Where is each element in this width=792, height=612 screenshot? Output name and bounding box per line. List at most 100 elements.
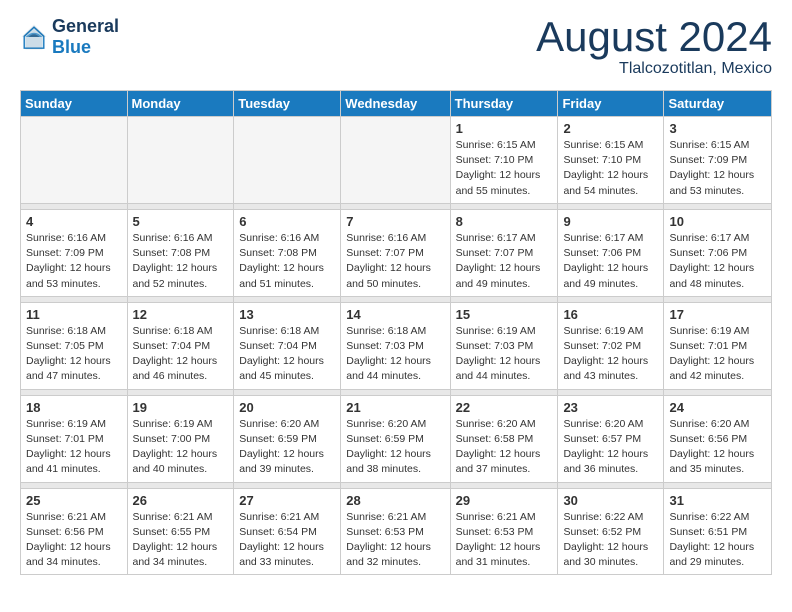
page: General Blue August 2024 Tlalcozotitlan,… (0, 0, 792, 591)
calendar-day: 12 Sunrise: 6:18 AMSunset: 7:04 PMDayligh… (127, 302, 234, 389)
calendar-day: 18 Sunrise: 6:19 AMSunset: 7:01 PMDayligh… (21, 395, 128, 482)
day-number: 25 (26, 493, 122, 508)
day-number: 19 (133, 400, 229, 415)
calendar-day: 20Sunrise: 6:20 AMSunset: 6:59 PMDayligh… (234, 395, 341, 482)
calendar-week-row: 18 Sunrise: 6:19 AMSunset: 7:01 PMDayligh… (21, 395, 772, 482)
day-number: 27 (239, 493, 335, 508)
logo-blue-text: Blue (52, 37, 119, 58)
day-number: 30 (563, 493, 658, 508)
day-info: Sunrise: 6:18 AMSunset: 7:04 PMDaylight:… (239, 324, 335, 385)
day-info: Sunrise: 6:19 AMSunset: 7:01 PMDaylight:… (669, 324, 766, 385)
day-info: Sunrise: 6:22 AMSunset: 6:51 PMDaylight:… (669, 510, 766, 571)
day-number: 9 (563, 214, 658, 229)
day-info: Sunrise: 6:21 AMSunset: 6:54 PMDaylight:… (239, 510, 335, 571)
day-info: Sunrise: 6:17 AMSunset: 7:07 PMDaylight:… (456, 231, 553, 292)
col-wednesday: Wednesday (341, 91, 450, 117)
logo-text: General Blue (52, 16, 119, 58)
calendar-day: 1 Sunrise: 6:15 AMSunset: 7:10 PMDaylight… (450, 117, 558, 204)
calendar-day: 15 Sunrise: 6:19 AMSunset: 7:03 PMDayligh… (450, 302, 558, 389)
calendar-day: 2 Sunrise: 6:15 AMSunset: 7:10 PMDaylight… (558, 117, 664, 204)
day-number: 11 (26, 307, 122, 322)
day-info: Sunrise: 6:18 AMSunset: 7:05 PMDaylight:… (26, 324, 122, 385)
day-info: Sunrise: 6:19 AMSunset: 7:03 PMDaylight:… (456, 324, 553, 385)
calendar-day: 21 Sunrise: 6:20 AMSunset: 6:59 PMDayligh… (341, 395, 450, 482)
day-info: Sunrise: 6:15 AMSunset: 7:10 PMDaylight:… (456, 138, 553, 199)
day-info: Sunrise: 6:19 AMSunset: 7:00 PMDaylight:… (133, 417, 229, 478)
calendar-day: 19 Sunrise: 6:19 AMSunset: 7:00 PMDayligh… (127, 395, 234, 482)
day-number: 28 (346, 493, 444, 508)
day-info: Sunrise: 6:16 AMSunset: 7:07 PMDaylight:… (346, 231, 444, 292)
day-info: Sunrise: 6:21 AMSunset: 6:55 PMDaylight:… (133, 510, 229, 571)
calendar-day: 30Sunrise: 6:22 AMSunset: 6:52 PMDayligh… (558, 488, 664, 575)
calendar-week-row: 1 Sunrise: 6:15 AMSunset: 7:10 PMDaylight… (21, 117, 772, 204)
day-number: 16 (563, 307, 658, 322)
calendar-day: 8 Sunrise: 6:17 AMSunset: 7:07 PMDaylight… (450, 209, 558, 296)
col-tuesday: Tuesday (234, 91, 341, 117)
day-info: Sunrise: 6:15 AMSunset: 7:10 PMDaylight:… (563, 138, 658, 199)
col-monday: Monday (127, 91, 234, 117)
day-number: 6 (239, 214, 335, 229)
day-info: Sunrise: 6:18 AMSunset: 7:03 PMDaylight:… (346, 324, 444, 385)
location: Tlalcozotitlan, Mexico (536, 60, 772, 78)
logo-general-text: General (52, 16, 119, 37)
day-number: 4 (26, 214, 122, 229)
title-section: August 2024 Tlalcozotitlan, Mexico (536, 16, 772, 78)
day-info: Sunrise: 6:20 AMSunset: 6:59 PMDaylight:… (239, 417, 335, 478)
calendar-header-row: Sunday Monday Tuesday Wednesday Thursday… (21, 91, 772, 117)
day-info: Sunrise: 6:16 AMSunset: 7:08 PMDaylight:… (133, 231, 229, 292)
calendar-day: 26 Sunrise: 6:21 AMSunset: 6:55 PMDayligh… (127, 488, 234, 575)
calendar-day (21, 117, 128, 204)
col-friday: Friday (558, 91, 664, 117)
day-info: Sunrise: 6:19 AMSunset: 7:01 PMDaylight:… (26, 417, 122, 478)
day-info: Sunrise: 6:20 AMSunset: 6:58 PMDaylight:… (456, 417, 553, 478)
calendar-day (127, 117, 234, 204)
logo: General Blue (20, 16, 119, 58)
day-info: Sunrise: 6:16 AMSunset: 7:09 PMDaylight:… (26, 231, 122, 292)
calendar-day: 5 Sunrise: 6:16 AMSunset: 7:08 PMDaylight… (127, 209, 234, 296)
day-number: 29 (456, 493, 553, 508)
day-number: 5 (133, 214, 229, 229)
calendar-day: 25Sunrise: 6:21 AMSunset: 6:56 PMDayligh… (21, 488, 128, 575)
calendar-day: 28 Sunrise: 6:21 AMSunset: 6:53 PMDayligh… (341, 488, 450, 575)
day-info: Sunrise: 6:21 AMSunset: 6:53 PMDaylight:… (346, 510, 444, 571)
calendar-day: 10Sunrise: 6:17 AMSunset: 7:06 PMDayligh… (664, 209, 772, 296)
day-info: Sunrise: 6:20 AMSunset: 6:56 PMDaylight:… (669, 417, 766, 478)
calendar-day: 24Sunrise: 6:20 AMSunset: 6:56 PMDayligh… (664, 395, 772, 482)
day-number: 21 (346, 400, 444, 415)
day-number: 26 (133, 493, 229, 508)
day-number: 14 (346, 307, 444, 322)
day-number: 12 (133, 307, 229, 322)
calendar-day: 13 Sunrise: 6:18 AMSunset: 7:04 PMDayligh… (234, 302, 341, 389)
day-number: 13 (239, 307, 335, 322)
calendar-day: 7Sunrise: 6:16 AMSunset: 7:07 PMDaylight… (341, 209, 450, 296)
calendar-week-row: 11 Sunrise: 6:18 AMSunset: 7:05 PMDayligh… (21, 302, 772, 389)
calendar-day: 3Sunrise: 6:15 AMSunset: 7:09 PMDaylight… (664, 117, 772, 204)
day-info: Sunrise: 6:17 AMSunset: 7:06 PMDaylight:… (669, 231, 766, 292)
day-number: 3 (669, 121, 766, 136)
day-info: Sunrise: 6:18 AMSunset: 7:04 PMDaylight:… (133, 324, 229, 385)
day-number: 22 (456, 400, 553, 415)
day-info: Sunrise: 6:17 AMSunset: 7:06 PMDaylight:… (563, 231, 658, 292)
day-number: 23 (563, 400, 658, 415)
calendar-day: 17Sunrise: 6:19 AMSunset: 7:01 PMDayligh… (664, 302, 772, 389)
day-info: Sunrise: 6:19 AMSunset: 7:02 PMDaylight:… (563, 324, 658, 385)
col-saturday: Saturday (664, 91, 772, 117)
day-number: 8 (456, 214, 553, 229)
calendar-day: 27 Sunrise: 6:21 AMSunset: 6:54 PMDayligh… (234, 488, 341, 575)
day-info: Sunrise: 6:20 AMSunset: 6:57 PMDaylight:… (563, 417, 658, 478)
calendar-day: 29Sunrise: 6:21 AMSunset: 6:53 PMDayligh… (450, 488, 558, 575)
day-number: 1 (456, 121, 553, 136)
day-number: 18 (26, 400, 122, 415)
calendar-week-row: 4 Sunrise: 6:16 AMSunset: 7:09 PMDaylight… (21, 209, 772, 296)
col-thursday: Thursday (450, 91, 558, 117)
calendar: Sunday Monday Tuesday Wednesday Thursday… (20, 90, 772, 575)
col-sunday: Sunday (21, 91, 128, 117)
day-info: Sunrise: 6:16 AMSunset: 7:08 PMDaylight:… (239, 231, 335, 292)
calendar-day: 4 Sunrise: 6:16 AMSunset: 7:09 PMDaylight… (21, 209, 128, 296)
calendar-day: 16 Sunrise: 6:19 AMSunset: 7:02 PMDayligh… (558, 302, 664, 389)
day-number: 15 (456, 307, 553, 322)
calendar-day: 11 Sunrise: 6:18 AMSunset: 7:05 PMDayligh… (21, 302, 128, 389)
day-number: 2 (563, 121, 658, 136)
day-info: Sunrise: 6:20 AMSunset: 6:59 PMDaylight:… (346, 417, 444, 478)
header: General Blue August 2024 Tlalcozotitlan,… (20, 16, 772, 78)
